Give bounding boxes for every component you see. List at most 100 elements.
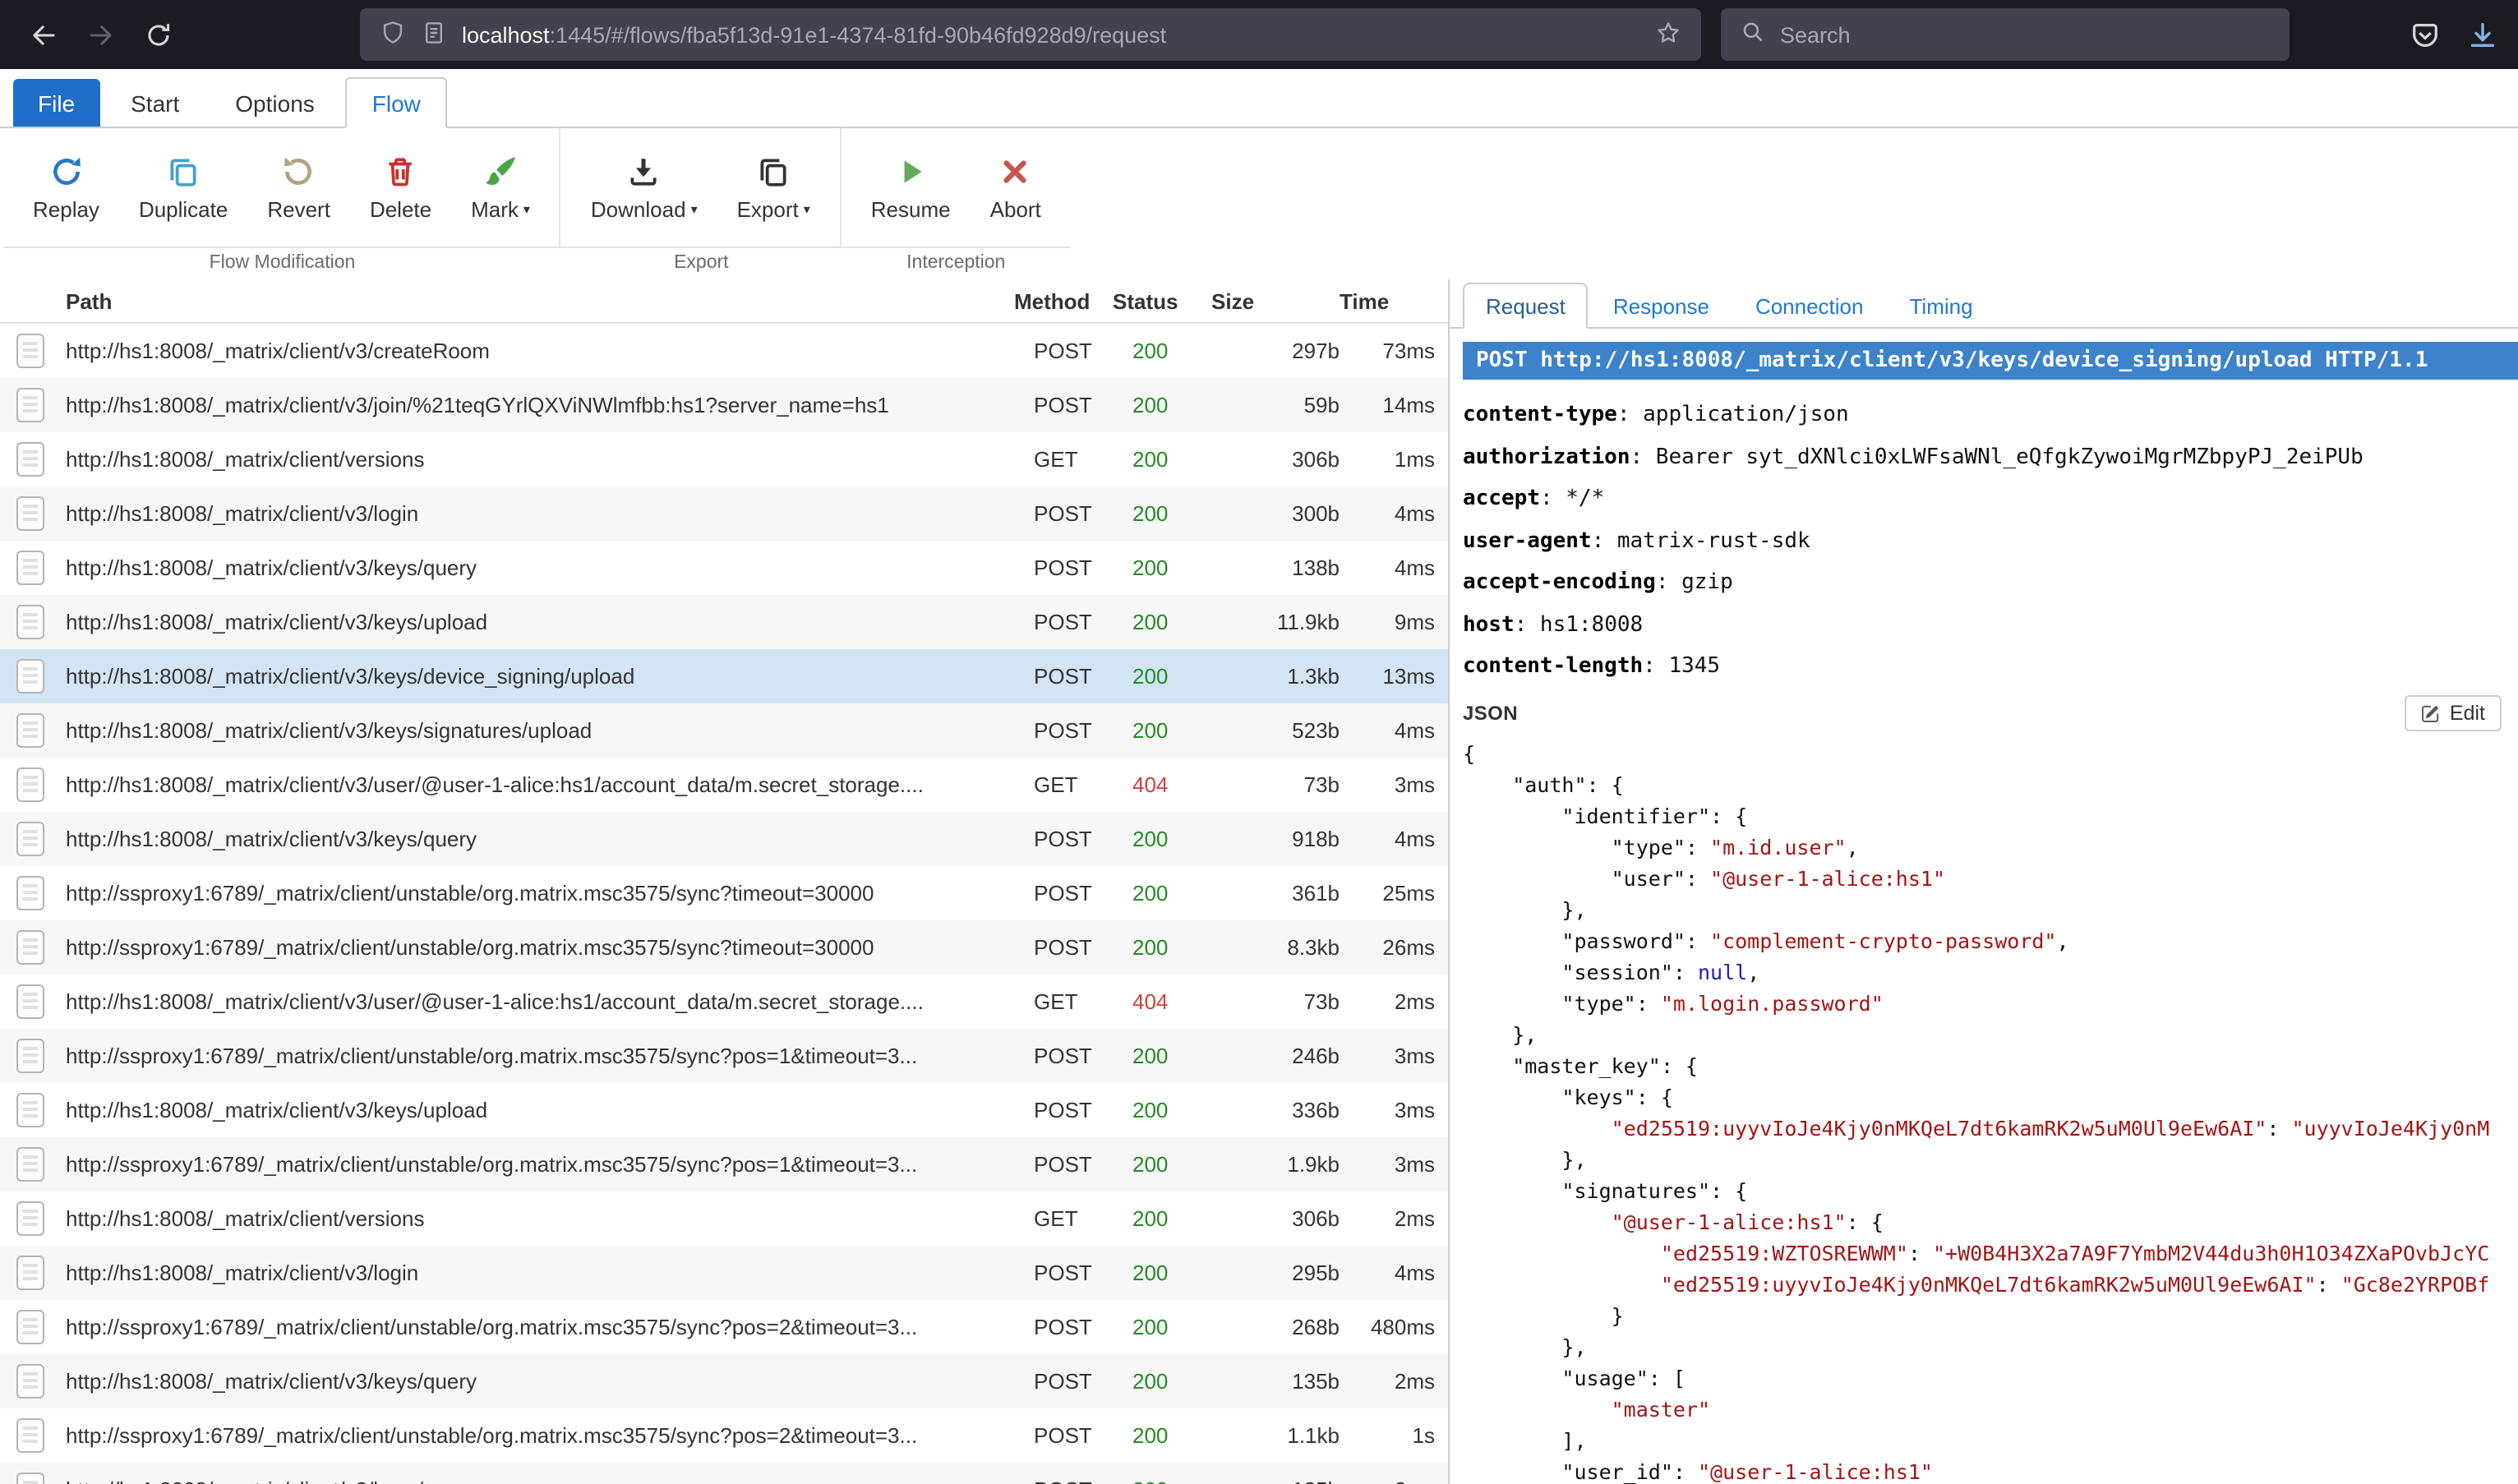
- duplicate-button[interactable]: Duplicate: [119, 144, 247, 231]
- url-host: localhost: [462, 22, 550, 47]
- flow-icon-cell: [0, 1147, 59, 1182]
- json-line: },: [1463, 1331, 2518, 1362]
- flow-row[interactable]: http://hs1:8008/_matrix/client/v3/user/@…: [0, 975, 1448, 1029]
- mark-button[interactable]: Mark▾: [451, 144, 550, 231]
- delete-button[interactable]: Delete: [350, 144, 451, 231]
- json-line: "@user-1-alice:hs1": {: [1463, 1206, 2518, 1237]
- downloads-icon[interactable]: [2467, 19, 2498, 50]
- replay-button[interactable]: Replay: [13, 144, 119, 231]
- request-header-line[interactable]: authorization: Bearer syt_dXNlci0xLWFsaW…: [1463, 443, 2518, 472]
- json-line: "identifier": {: [1463, 800, 2518, 832]
- page-info-icon[interactable]: [421, 19, 447, 50]
- flow-icon-cell: [0, 876, 59, 910]
- flow-row[interactable]: http://hs1:8008/_matrix/client/v3/keys/q…: [0, 1463, 1448, 1484]
- flow-row[interactable]: http://hs1:8008/_matrix/client/v3/loginP…: [0, 486, 1448, 541]
- shield-icon[interactable]: [380, 19, 406, 50]
- request-header-line[interactable]: content-type: application/json: [1463, 401, 2518, 431]
- json-line: },: [1463, 1019, 2518, 1050]
- menu-tab-flow[interactable]: Flow: [346, 77, 447, 128]
- flow-status: 200: [1132, 718, 1221, 743]
- flow-time: 13ms: [1340, 664, 1448, 689]
- flow-size: 135b: [1221, 1369, 1340, 1394]
- flow-row[interactable]: http://hs1:8008/_matrix/client/v3/keys/s…: [0, 703, 1448, 758]
- flow-size: 246b: [1221, 1044, 1340, 1068]
- forward-button[interactable]: [74, 8, 127, 61]
- menu-bar: File Start Options Flow: [0, 69, 2518, 128]
- edit-body-button[interactable]: Edit: [2405, 695, 2502, 731]
- reload-button[interactable]: [131, 8, 184, 61]
- menu-tab-options[interactable]: Options: [210, 79, 339, 127]
- bookmark-star-icon[interactable]: [1655, 19, 1681, 50]
- tab-timing[interactable]: Timing: [1888, 284, 1995, 327]
- flow-row[interactable]: http://ssproxy1:6789/_matrix/client/unst…: [0, 920, 1448, 975]
- flow-row[interactable]: http://hs1:8008/_matrix/client/v3/loginP…: [0, 1246, 1448, 1300]
- flow-row[interactable]: http://hs1:8008/_matrix/client/v3/keys/d…: [0, 649, 1448, 703]
- browser-search-bar[interactable]: Search: [1721, 8, 2290, 61]
- flow-row[interactable]: http://hs1:8008/_matrix/client/v3/user/@…: [0, 758, 1448, 812]
- pocket-icon[interactable]: [2410, 19, 2441, 50]
- flow-row[interactable]: http://hs1:8008/_matrix/client/v3/create…: [0, 324, 1448, 378]
- request-header-line[interactable]: accept-encoding: gzip: [1463, 569, 2518, 598]
- flow-row[interactable]: http://hs1:8008/_matrix/client/v3/keys/u…: [0, 595, 1448, 649]
- flow-size: 300b: [1221, 501, 1340, 526]
- back-button[interactable]: [16, 8, 69, 61]
- tab-request[interactable]: Request: [1463, 283, 1589, 329]
- toolbar-caption-flow-modification: Flow Modification: [3, 247, 561, 279]
- flow-size: 297b: [1221, 339, 1340, 363]
- abort-button[interactable]: Abort: [971, 144, 1061, 231]
- export-button[interactable]: Export▾: [717, 144, 830, 231]
- flow-row[interactable]: http://hs1:8008/_matrix/client/v3/keys/q…: [0, 541, 1448, 595]
- flow-row[interactable]: http://hs1:8008/_matrix/client/v3/keys/u…: [0, 1083, 1448, 1137]
- flow-document-icon: [16, 334, 44, 368]
- flow-path: http://hs1:8008/_matrix/client/v3/keys/d…: [59, 664, 1034, 689]
- flow-row[interactable]: http://ssproxy1:6789/_matrix/client/unst…: [0, 1029, 1448, 1083]
- flow-method: POST: [1034, 1369, 1132, 1394]
- request-header-line[interactable]: host: hs1:8008: [1463, 611, 2518, 640]
- flow-time: 25ms: [1340, 881, 1448, 906]
- flow-time: 480ms: [1340, 1315, 1448, 1339]
- flow-method: GET: [1034, 447, 1132, 472]
- flow-size: 1.1kb: [1221, 1423, 1340, 1448]
- request-header-line[interactable]: accept: */*: [1463, 485, 2518, 514]
- flow-status: 200: [1132, 501, 1221, 526]
- flow-row[interactable]: http://hs1:8008/_matrix/client/v3/join/%…: [0, 378, 1448, 432]
- revert-icon: [282, 154, 316, 190]
- flow-document-icon: [16, 1147, 44, 1182]
- flow-row[interactable]: http://hs1:8008/_matrix/client/v3/keys/q…: [0, 1354, 1448, 1408]
- flow-row[interactable]: http://ssproxy1:6789/_matrix/client/unst…: [0, 1137, 1448, 1191]
- request-header-line[interactable]: user-agent: matrix-rust-sdk: [1463, 527, 2518, 556]
- download-button[interactable]: Download▾: [571, 144, 717, 231]
- flow-row[interactable]: http://ssproxy1:6789/_matrix/client/unst…: [0, 866, 1448, 920]
- resume-button[interactable]: Resume: [851, 144, 971, 231]
- flow-icon-cell: [0, 442, 59, 477]
- json-line: {: [1463, 738, 2518, 769]
- tab-response[interactable]: Response: [1592, 284, 1731, 327]
- search-icon: [1741, 20, 1765, 49]
- menu-tab-start[interactable]: Start: [106, 79, 204, 127]
- url-bar[interactable]: localhost:1445/#/flows/fba5f13d-91e1-437…: [360, 8, 1701, 61]
- flow-time: 1ms: [1340, 447, 1448, 472]
- flow-row[interactable]: http://hs1:8008/_matrix/client/v3/keys/q…: [0, 812, 1448, 866]
- json-line: "ed25519:WZTOSREWWM": "+W0B4H3X2a7A9F7Ym…: [1463, 1237, 2518, 1269]
- flow-row[interactable]: http://ssproxy1:6789/_matrix/client/unst…: [0, 1408, 1448, 1463]
- flow-size: 523b: [1221, 718, 1340, 743]
- flow-time: 3ms: [1340, 1098, 1448, 1122]
- json-line: "auth": {: [1463, 769, 2518, 800]
- tab-connection[interactable]: Connection: [1734, 284, 1885, 327]
- flow-document-icon: [16, 1418, 44, 1453]
- revert-button[interactable]: Revert: [247, 144, 350, 231]
- flow-time: 2ms: [1340, 989, 1448, 1014]
- flow-row[interactable]: http://hs1:8008/_matrix/client/versionsG…: [0, 1191, 1448, 1246]
- flow-size: 11.9kb: [1221, 610, 1340, 634]
- json-line: "master_key": {: [1463, 1050, 2518, 1081]
- flow-size: 268b: [1221, 1315, 1340, 1339]
- flow-path: http://hs1:8008/_matrix/client/v3/keys/q…: [59, 1477, 1034, 1484]
- flow-icon-cell: [0, 334, 59, 368]
- request-header-line[interactable]: content-length: 1345: [1463, 652, 2518, 682]
- request-first-line[interactable]: POST http://hs1:8008/_matrix/client/v3/k…: [1463, 342, 2518, 380]
- flow-row[interactable]: http://hs1:8008/_matrix/client/versionsG…: [0, 432, 1448, 486]
- body-format-label: JSON: [1463, 702, 1518, 725]
- flow-row[interactable]: http://ssproxy1:6789/_matrix/client/unst…: [0, 1300, 1448, 1354]
- menu-tab-file[interactable]: File: [13, 79, 99, 127]
- json-line: }: [1463, 1300, 2518, 1331]
